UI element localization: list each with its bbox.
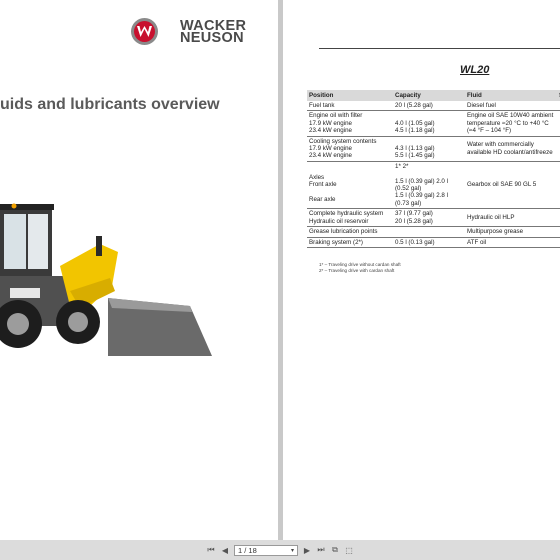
logo-line-2: NEUSON: [180, 29, 244, 46]
wheel-loader-image: [0, 203, 212, 356]
table-cell-position: Braking system (2*): [307, 237, 393, 248]
pdf-page-right: WL20 Position Capacity Fluid S Fuel tank…: [283, 0, 560, 540]
table-cell-fluid: Water with commercially available HD coo…: [465, 136, 557, 162]
table-row: Complete hydraulic system Hydraulic oil …: [307, 208, 560, 228]
table-header-row: Position Capacity Fluid S: [307, 90, 560, 101]
prev-page-icon[interactable]: ◀: [220, 545, 230, 555]
table-cell-position: Engine oil with filter 17.9 kW engine 23…: [307, 110, 393, 137]
table-cell-capacity: 37 l (9.77 gal) 20 l (5.28 gal): [393, 208, 465, 228]
table-cell-fluid: Hydraulic oil HLP: [465, 208, 557, 228]
header-capacity: Capacity: [393, 90, 465, 101]
table-row: Axles Front axle Rear axle 1* 2* 1.5 l (0…: [307, 161, 560, 210]
page-selector[interactable]: 1 / 18 ▾: [234, 544, 298, 556]
page-title: uids and lubricants overview: [0, 96, 220, 113]
last-page-icon[interactable]: ⏭: [316, 545, 326, 555]
pdf-toolbar: ⏮ ◀ 1 / 18 ▾ ▶ ⏭ ⧉ ⬚: [0, 540, 560, 560]
table-row: Cooling system contents 17.9 kW engine 2…: [307, 136, 560, 162]
table-cell-fluid: ATF oil: [465, 237, 557, 248]
pdf-viewer: WACKER NEUSON uids and lubricants overvi…: [0, 0, 560, 560]
pdf-page-left: WACKER NEUSON uids and lubricants overvi…: [0, 0, 278, 540]
table-cell-capacity: 0.5 l (0.13 gal): [393, 237, 465, 248]
table-cell-capacity: [393, 226, 465, 238]
table-cell-fluid: Engine oil SAE 10W40 ambient temperature…: [465, 110, 557, 137]
table-cell-capacity: 4.3 l (1.13 gal) 5.5 l (1.45 gal): [393, 136, 465, 162]
header-position: Position: [307, 90, 393, 101]
fit-icon[interactable]: ⬚: [344, 545, 354, 555]
table-cell-position: Grease lubrication points: [307, 226, 393, 238]
first-page-icon[interactable]: ⏮: [206, 545, 216, 555]
table-row: Engine oil with filter 17.9 kW engine 23…: [307, 110, 560, 137]
header-rule: [319, 48, 560, 49]
wacker-neuson-logo: WACKER NEUSON: [131, 18, 246, 45]
table-row: Braking system (2*) 0.5 l (0.13 gal) ATF o…: [307, 237, 560, 248]
table-cell-fluid: Diesel fuel: [465, 101, 557, 112]
fluids-table: Position Capacity Fluid S Fuel tank20 l …: [307, 90, 560, 248]
footnote-2: 2* – Traveling drive with cardan shaft: [319, 268, 395, 273]
table-row: Grease lubrication points Multipurpose gr…: [307, 226, 560, 238]
page-indicator: 1 / 18: [238, 545, 257, 555]
next-page-icon[interactable]: ▶: [302, 545, 312, 555]
table-cell-position: Cooling system contents 17.9 kW engine 2…: [307, 136, 393, 162]
table-cell-fluid: Multipurpose grease: [465, 226, 557, 238]
table-cell-capacity: 20 l (5.28 gal): [393, 101, 465, 112]
table-cell-capacity: 1* 2* 1.5 l (0.39 gal) 2.0 l (0.52 gal) …: [393, 161, 465, 210]
header-fluid: Fluid: [465, 90, 557, 101]
table-cell-position: Fuel tank: [307, 101, 393, 112]
table-row: Fuel tank 20 l (5.28 gal) Diesel fuel: [307, 101, 560, 112]
rotate-icon[interactable]: ⧉: [330, 545, 340, 555]
table-cell-position: Complete hydraulic system Hydraulic oil …: [307, 208, 393, 228]
table-cell-position: Axles Front axle Rear axle: [307, 161, 393, 210]
table-cell-capacity: 4.0 l (1.05 gal) 4.5 l (1.18 gal): [393, 110, 465, 137]
chevron-down-icon[interactable]: ▾: [291, 547, 294, 554]
footnotes: 1* – Traveling drive without cardan shaf…: [319, 262, 401, 274]
logo-w-icon: [131, 18, 158, 45]
table-cell-fluid: Gearbox oil SAE 90 GL 5: [465, 161, 557, 210]
model-title: WL20: [460, 64, 490, 76]
